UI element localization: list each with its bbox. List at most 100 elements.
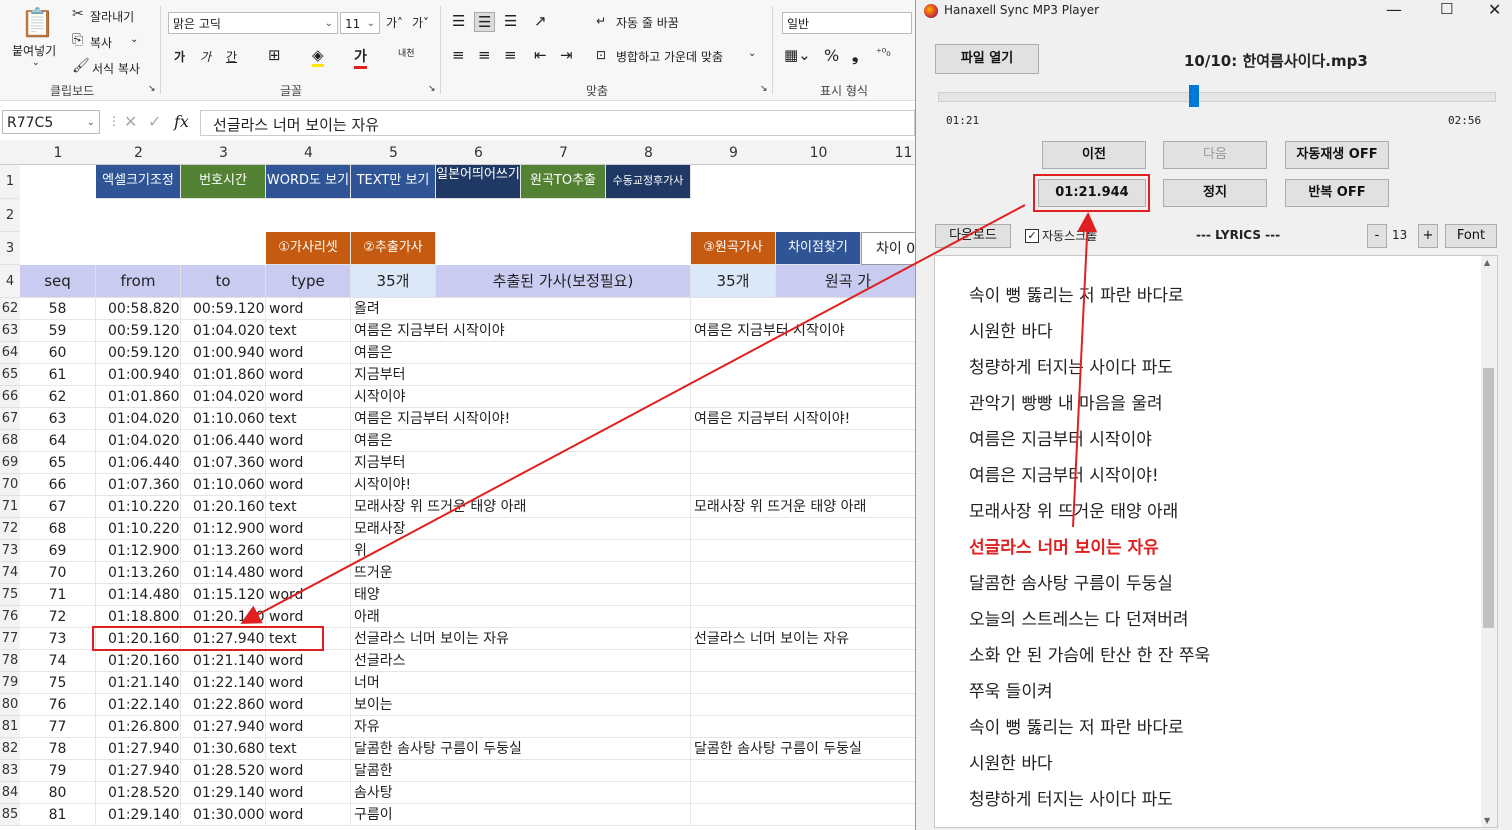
formula-input[interactable]: 선글라스 너머 보이는 자유 xyxy=(200,110,915,136)
cell-from[interactable]: 01:10.220 xyxy=(96,496,181,518)
bold-icon[interactable]: 가 xyxy=(174,48,185,65)
cell-lyric[interactable]: 달콤한 xyxy=(351,760,691,782)
row-header[interactable]: 74 xyxy=(0,562,20,584)
cell-orig[interactable] xyxy=(691,694,915,716)
row-header[interactable]: 70 xyxy=(0,474,20,496)
cut-button[interactable]: 잘라내기 xyxy=(90,8,134,25)
cell-orig[interactable] xyxy=(691,474,915,496)
cell-type[interactable]: word xyxy=(266,694,351,716)
lyric-line[interactable]: 청량하게 터지는 사이다 파도 xyxy=(969,353,1173,378)
cell-seq[interactable]: 79 xyxy=(20,760,96,782)
increase-font-icon[interactable]: 가˄ xyxy=(386,14,403,31)
lyrics-panel[interactable]: 속이 뻥 뚫리는 저 파란 바다로 시원한 바다 청량하게 터지는 사이다 파도 관악… xyxy=(934,255,1498,828)
cell-from[interactable]: 01:13.260 xyxy=(96,562,181,584)
row-header[interactable]: 84 xyxy=(0,782,20,804)
cell-type[interactable]: word xyxy=(266,672,351,694)
cell-orig[interactable]: 여름은 지금부터 시작이야 xyxy=(691,320,915,342)
cell-type[interactable]: word xyxy=(266,430,351,452)
cell-to[interactable]: 01:15.120 xyxy=(181,584,266,606)
format-painter-button[interactable]: 서식 복사 xyxy=(92,60,140,77)
border-icon[interactable]: ⊞ xyxy=(268,46,281,64)
cell-type[interactable]: text xyxy=(266,320,351,342)
row-header[interactable]: 83 xyxy=(0,760,20,782)
cell-from[interactable]: 01:04.020 xyxy=(96,408,181,430)
col-header-8[interactable]: 8 xyxy=(606,140,691,164)
cell-orig[interactable] xyxy=(691,782,915,804)
cell-from[interactable]: 01:29.140 xyxy=(96,804,181,826)
lyric-line[interactable]: 여름은 지금부터 시작이야 xyxy=(969,425,1152,450)
lyric-line[interactable]: 오늘의 스트레스는 다 던져버려 xyxy=(969,605,1189,630)
cell-orig[interactable] xyxy=(691,386,915,408)
cell-seq[interactable]: 67 xyxy=(20,496,96,518)
row-header[interactable]: 62 xyxy=(0,298,20,320)
cell-to[interactable]: 01:10.060 xyxy=(181,408,266,430)
original-lyrics-button[interactable]: ③원곡가사 xyxy=(691,232,776,265)
col-header-4[interactable]: 4 xyxy=(266,140,351,164)
row-header[interactable]: 4 xyxy=(0,265,20,298)
cell-to[interactable]: 01:20.160 xyxy=(181,606,266,628)
chevron-down-icon[interactable]: ⌄ xyxy=(748,48,756,59)
fill-color-icon[interactable]: ◈ xyxy=(312,46,324,67)
row-header[interactable]: 81 xyxy=(0,716,20,738)
cell-from[interactable]: 01:12.900 xyxy=(96,540,181,562)
cell-seq[interactable]: 60 xyxy=(20,342,96,364)
cancel-icon[interactable]: ✕ xyxy=(124,112,137,131)
cell-seq[interactable]: 71 xyxy=(20,584,96,606)
cell-from[interactable]: 01:01.860 xyxy=(96,386,181,408)
cell-lyric[interactable]: 자유 xyxy=(351,716,691,738)
cell-type[interactable]: word xyxy=(266,298,351,320)
fx-icon[interactable]: fx xyxy=(174,112,189,131)
stop-button[interactable]: 정지 xyxy=(1163,179,1267,207)
col-header-10[interactable]: 10 xyxy=(776,140,861,164)
name-box[interactable]: R77C5 ⌄ xyxy=(2,110,100,134)
cell-lyric[interactable]: 선글라스 너머 보이는 자유 xyxy=(351,628,691,650)
merge-center-button[interactable]: 병합하고 가운데 맞춤 xyxy=(616,48,723,65)
cell-lyric[interactable]: 지금부터 xyxy=(351,452,691,474)
cell-to[interactable]: 01:30.680 xyxy=(181,738,266,760)
col-header-1[interactable]: 1 xyxy=(20,140,96,164)
lyric-line[interactable]: 속이 뻥 뚫리는 저 파란 바다로 xyxy=(969,713,1184,738)
cell-lyric[interactable]: 모래사장 위 뜨거운 태양 아래 xyxy=(351,496,691,518)
cell-lyric[interactable]: 모래사장 xyxy=(351,518,691,540)
cell-to[interactable]: 01:04.020 xyxy=(181,320,266,342)
seek-bar-thumb[interactable] xyxy=(1188,85,1199,107)
cell-lyric[interactable]: 구름이 xyxy=(351,804,691,826)
lyrics-reset-button[interactable]: ①가사리셋 xyxy=(266,232,351,265)
cell-from[interactable]: 01:06.440 xyxy=(96,452,181,474)
row-header[interactable]: 77 xyxy=(0,628,20,650)
cell-orig[interactable] xyxy=(691,452,915,474)
paste-button[interactable]: 붙여넣기 xyxy=(12,42,56,59)
row-header[interactable]: 71 xyxy=(0,496,20,518)
cell-to[interactable]: 01:06.440 xyxy=(181,430,266,452)
cell-lyric[interactable]: 여름은 xyxy=(351,430,691,452)
text-orientation-icon[interactable]: ↗ xyxy=(534,12,547,30)
cell-to[interactable]: 01:30.000 xyxy=(181,804,266,826)
cell-orig[interactable] xyxy=(691,364,915,386)
phonetic-icon[interactable]: 내천 xyxy=(398,46,415,59)
cell-type[interactable]: word xyxy=(266,452,351,474)
autoscroll-checkbox[interactable]: ✓ xyxy=(1025,229,1039,243)
cell-type[interactable]: word xyxy=(266,562,351,584)
cell-seq[interactable]: 72 xyxy=(20,606,96,628)
row-header[interactable]: 65 xyxy=(0,364,20,386)
clipboard-icon[interactable]: 📋 xyxy=(20,6,55,39)
cell-lyric[interactable]: 솜사탕 xyxy=(351,782,691,804)
cell-lyric[interactable]: 지금부터 xyxy=(351,364,691,386)
percent-icon[interactable]: % xyxy=(824,46,839,65)
col-header-6[interactable]: 6 xyxy=(436,140,521,164)
cell-orig[interactable] xyxy=(691,518,915,540)
cell-lyric[interactable]: 아래 xyxy=(351,606,691,628)
row-header[interactable]: 63 xyxy=(0,320,20,342)
indent-increase-icon[interactable]: ⇥ xyxy=(560,46,573,64)
cell-lyric[interactable]: 달콤한 솜사탕 구름이 두둥실 xyxy=(351,738,691,760)
cell-type[interactable]: word xyxy=(266,540,351,562)
cell-from[interactable]: 01:27.940 xyxy=(96,760,181,782)
cell-type[interactable]: word xyxy=(266,386,351,408)
cell-lyric[interactable]: 태양 xyxy=(351,584,691,606)
minimize-icon[interactable]: — xyxy=(1386,0,1402,19)
cell-seq[interactable]: 69 xyxy=(20,540,96,562)
underline-icon[interactable]: 간 xyxy=(226,48,237,65)
currency-icon[interactable]: ▦⌄ xyxy=(784,46,811,64)
scroll-up-icon[interactable]: ▲ xyxy=(1484,258,1490,267)
cell-orig[interactable] xyxy=(691,298,915,320)
